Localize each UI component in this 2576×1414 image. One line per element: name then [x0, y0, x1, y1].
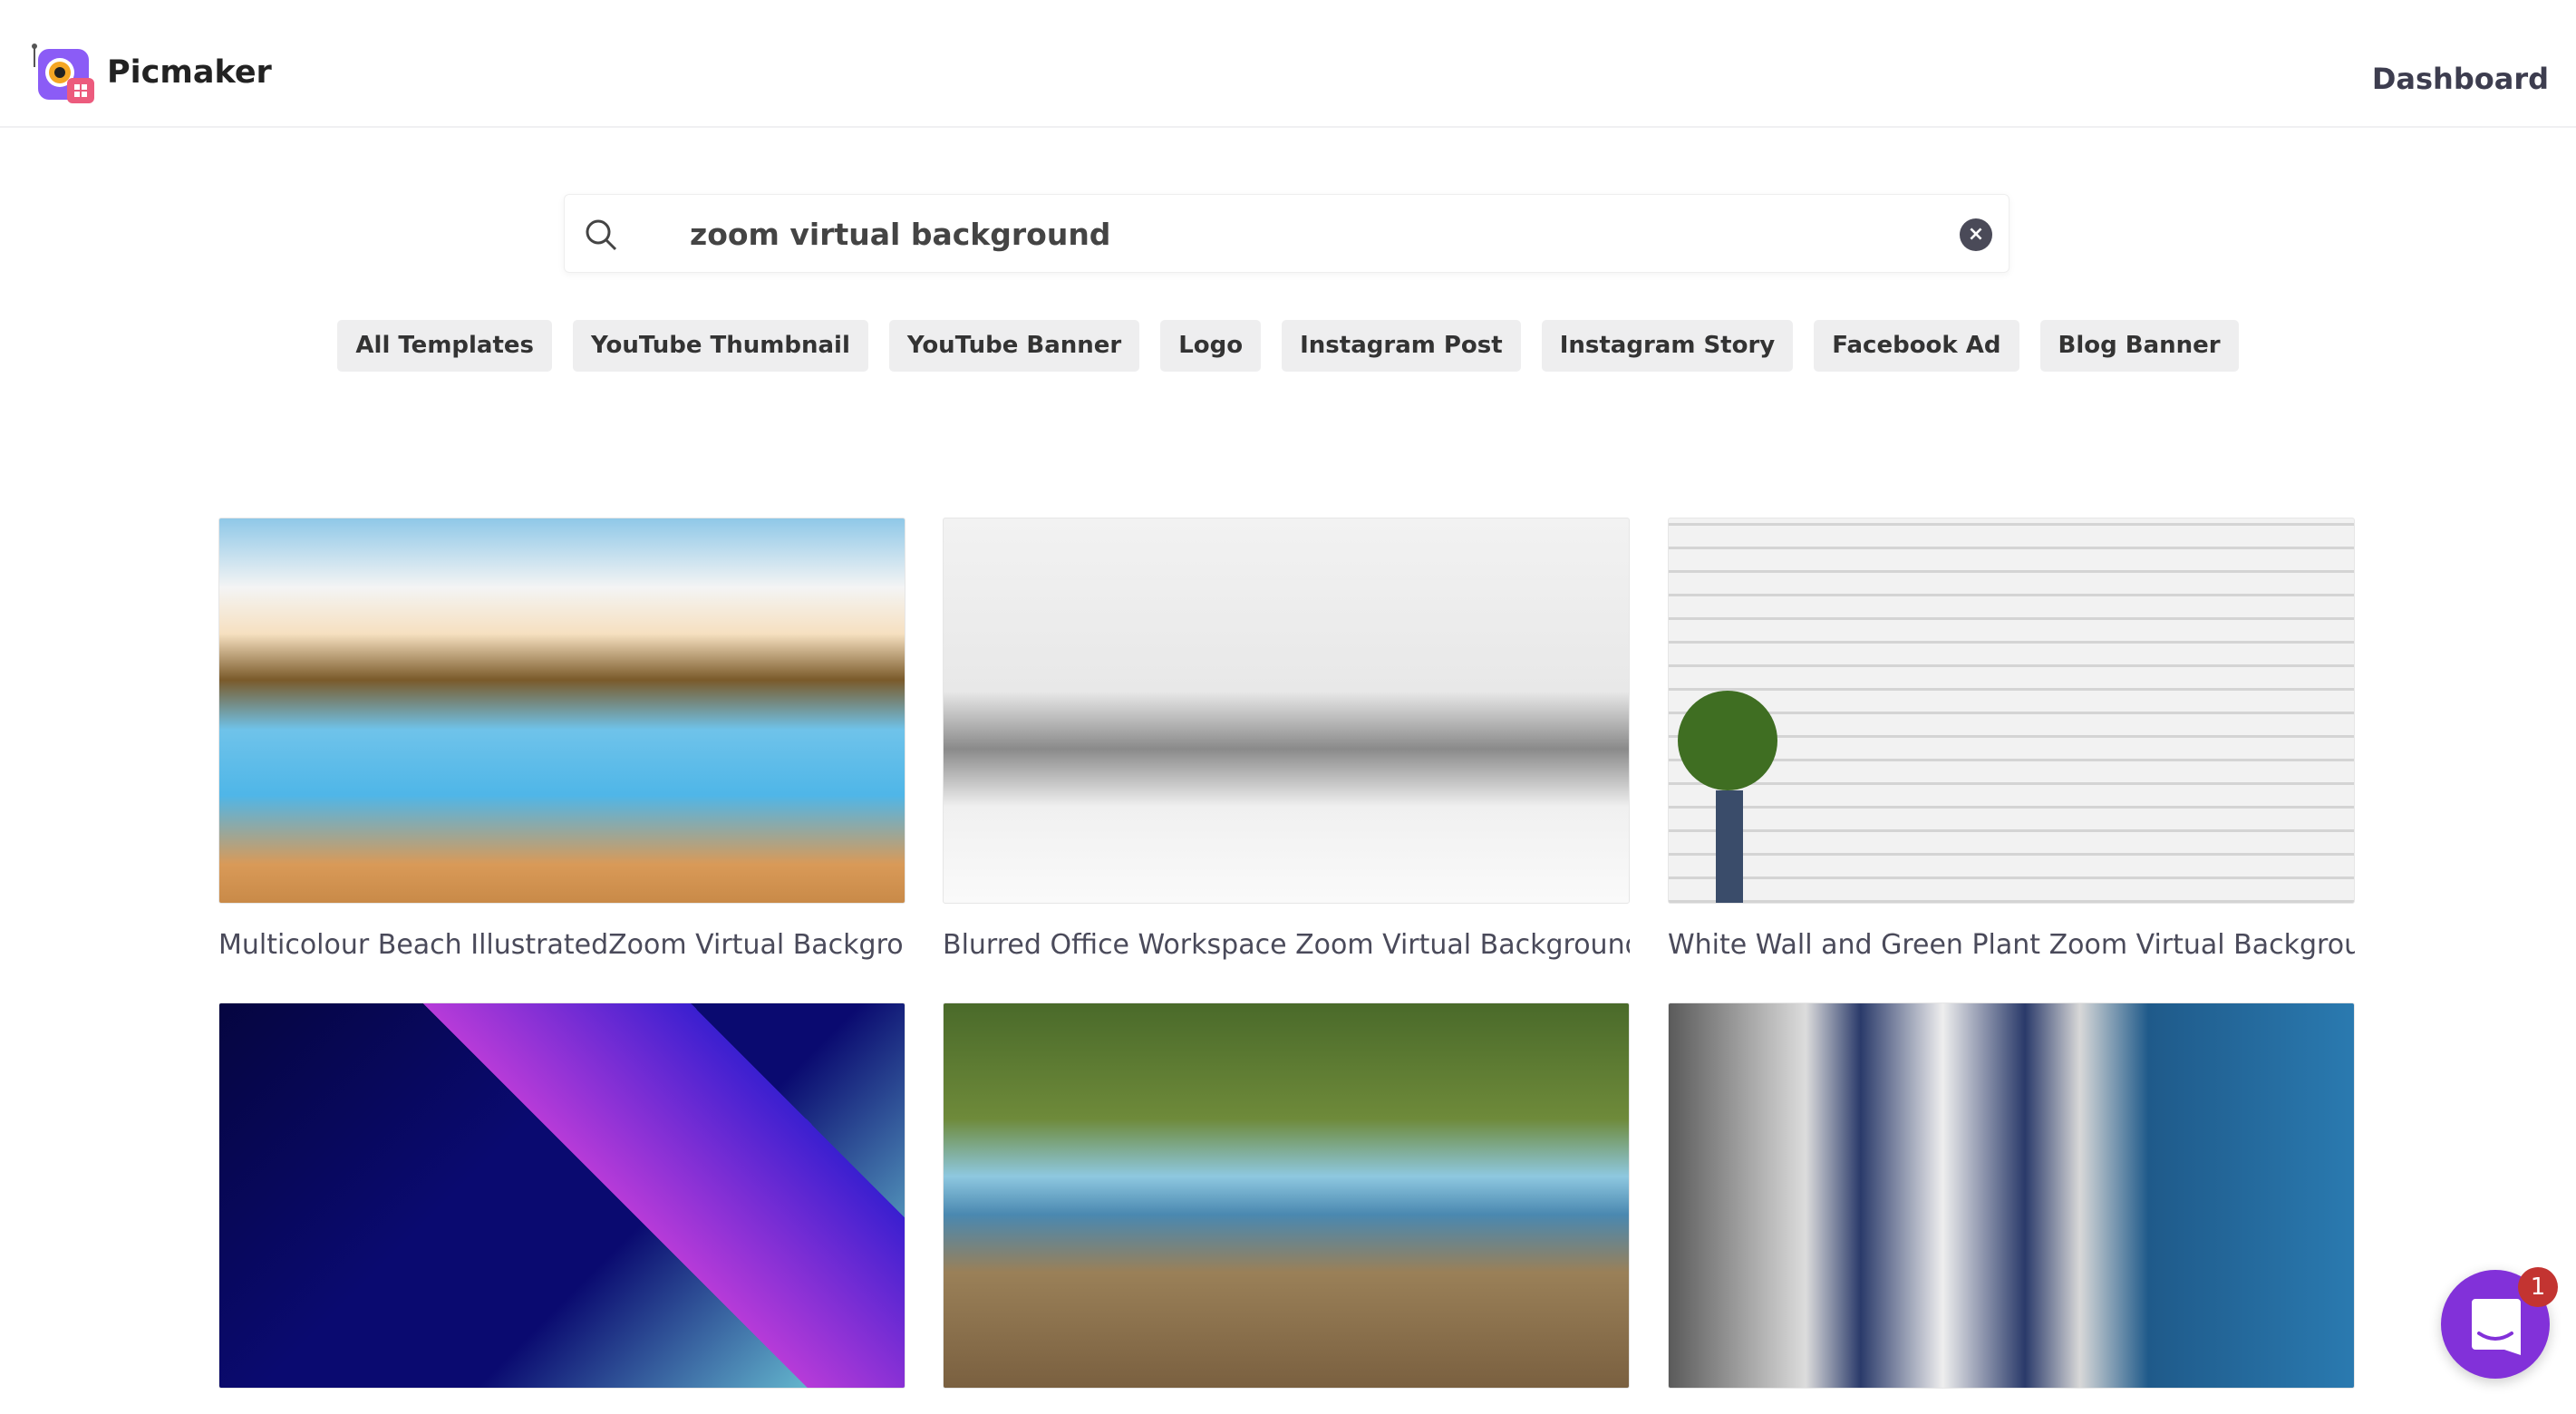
search-icon — [586, 219, 617, 251]
chip-all-templates[interactable]: All Templates — [337, 320, 553, 372]
template-title[interactable]: Blurred Office Workspace Zoom Virtual Ba… — [943, 929, 1630, 961]
template-title[interactable]: White Wall and Green Plant Zoom Virtual … — [1668, 929, 2355, 961]
template-card[interactable]: Multicolour Beach IllustratedZoom Virtua… — [218, 518, 905, 961]
chip-logo[interactable]: Logo — [1160, 320, 1262, 372]
template-card[interactable]: Blurred Office Workspace Zoom Virtual Ba… — [943, 518, 1630, 961]
clear-search-icon[interactable]: × — [1960, 218, 1992, 251]
category-chips: All Templates YouTube Thumbnail YouTube … — [0, 320, 2576, 372]
template-card[interactable] — [218, 1002, 905, 1414]
search-bar: × — [564, 194, 2009, 273]
dashboard-link[interactable]: Dashboard — [2372, 62, 2549, 96]
template-title[interactable]: Multicolour Beach IllustratedZoom Virtua… — [218, 929, 905, 961]
chip-youtube-banner[interactable]: YouTube Banner — [888, 320, 1140, 372]
chip-youtube-thumbnail[interactable]: YouTube Thumbnail — [573, 320, 868, 372]
picmaker-logo[interactable] — [31, 44, 98, 105]
template-thumbnail[interactable] — [1668, 518, 2355, 904]
notification-badge: 1 — [2518, 1267, 2558, 1307]
template-thumbnail[interactable] — [1668, 1002, 2355, 1389]
template-thumbnail[interactable] — [943, 1002, 1630, 1389]
header: Picmaker Dashboard — [0, 0, 2576, 128]
template-thumbnail[interactable] — [943, 518, 1630, 904]
template-card[interactable] — [1668, 1002, 2355, 1414]
template-thumbnail[interactable] — [218, 1002, 905, 1389]
template-thumbnail[interactable] — [218, 518, 905, 904]
brand-name[interactable]: Picmaker — [107, 54, 272, 91]
template-card[interactable]: White Wall and Green Plant Zoom Virtual … — [1668, 518, 2355, 961]
chip-instagram-story[interactable]: Instagram Story — [1541, 320, 1794, 372]
search-input[interactable] — [690, 211, 1913, 257]
chip-blog-banner[interactable]: Blog Banner — [2039, 320, 2239, 372]
chip-facebook-ad[interactable]: Facebook Ad — [1814, 320, 2019, 372]
chip-instagram-post[interactable]: Instagram Post — [1282, 320, 1521, 372]
template-card[interactable] — [943, 1002, 1630, 1414]
